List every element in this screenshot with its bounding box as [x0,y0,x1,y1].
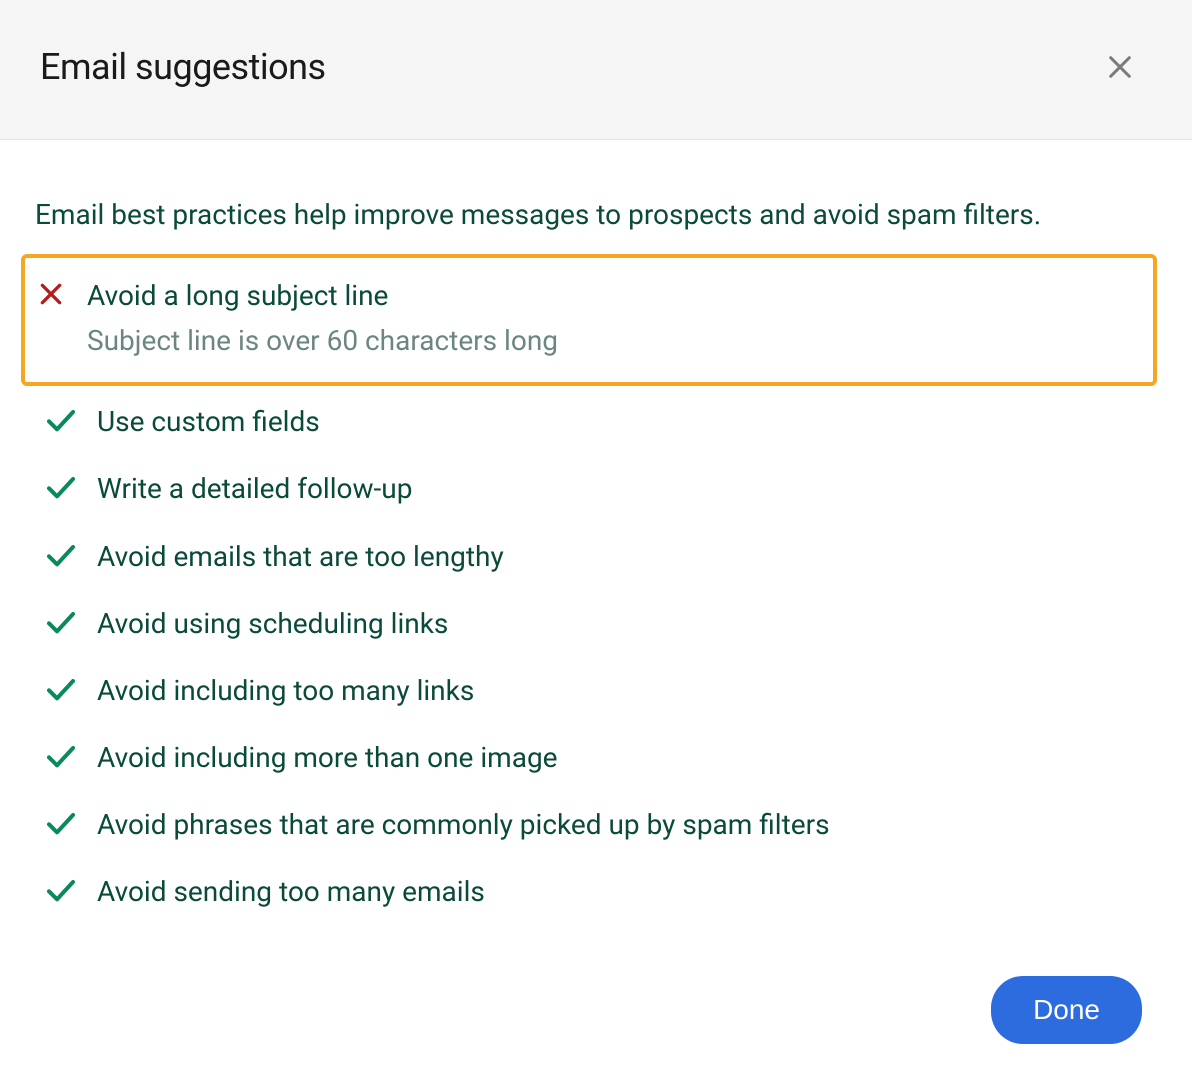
suggestion-title: Avoid a long subject line [87,276,1143,315]
modal-header: Email suggestions [0,0,1192,140]
suggestion-content: Avoid a long subject line Subject line is… [87,276,1143,364]
suggestion-item: Use custom fields [35,388,1157,455]
suggestion-title: Avoid phrases that are commonly picked u… [97,805,1147,844]
suggestion-item: Avoid including too many links [35,657,1157,724]
x-icon [35,278,67,310]
modal-footer: Done [0,956,1192,1084]
suggestion-content: Write a detailed follow-up [97,469,1147,508]
check-icon [45,606,77,638]
suggestion-title: Avoid sending too many emails [97,872,1147,911]
close-icon [1106,53,1134,81]
suggestion-title: Avoid emails that are too lengthy [97,537,1147,576]
suggestion-content: Avoid including more than one image [97,738,1147,777]
check-icon [45,673,77,705]
suggestion-title: Write a detailed follow-up [97,469,1147,508]
check-icon [45,874,77,906]
suggestion-title: Use custom fields [97,402,1147,441]
suggestion-title: Avoid including too many links [97,671,1147,710]
intro-text: Email best practices help improve messag… [35,195,1157,234]
suggestion-item: Avoid emails that are too lengthy [35,523,1157,590]
suggestion-content: Avoid emails that are too lengthy [97,537,1147,576]
check-icon [45,539,77,571]
suggestion-item: Avoid using scheduling links [35,590,1157,657]
suggestion-item: Avoid phrases that are commonly picked u… [35,791,1157,858]
suggestion-content: Avoid using scheduling links [97,604,1147,643]
suggestion-item: Write a detailed follow-up [35,455,1157,522]
check-icon [45,740,77,772]
suggestion-title: Avoid using scheduling links [97,604,1147,643]
suggestion-item: Avoid sending too many emails [35,858,1157,925]
modal-body: Email best practices help improve messag… [0,140,1192,956]
check-icon [45,404,77,436]
check-icon [45,471,77,503]
suggestions-list: Avoid a long subject line Subject line is… [35,254,1157,925]
suggestion-item: Avoid including more than one image [35,724,1157,791]
modal-title: Email suggestions [40,46,326,88]
suggestion-content: Use custom fields [97,402,1147,441]
done-button[interactable]: Done [991,976,1142,1044]
suggestion-content: Avoid sending too many emails [97,872,1147,911]
suggestion-content: Avoid phrases that are commonly picked u… [97,805,1147,844]
suggestion-detail: Subject line is over 60 characters long [87,319,1143,364]
suggestion-item: Avoid a long subject line Subject line is… [21,254,1157,386]
suggestion-title: Avoid including more than one image [97,738,1147,777]
check-icon [45,807,77,839]
close-button[interactable] [1098,45,1142,89]
suggestion-content: Avoid including too many links [97,671,1147,710]
